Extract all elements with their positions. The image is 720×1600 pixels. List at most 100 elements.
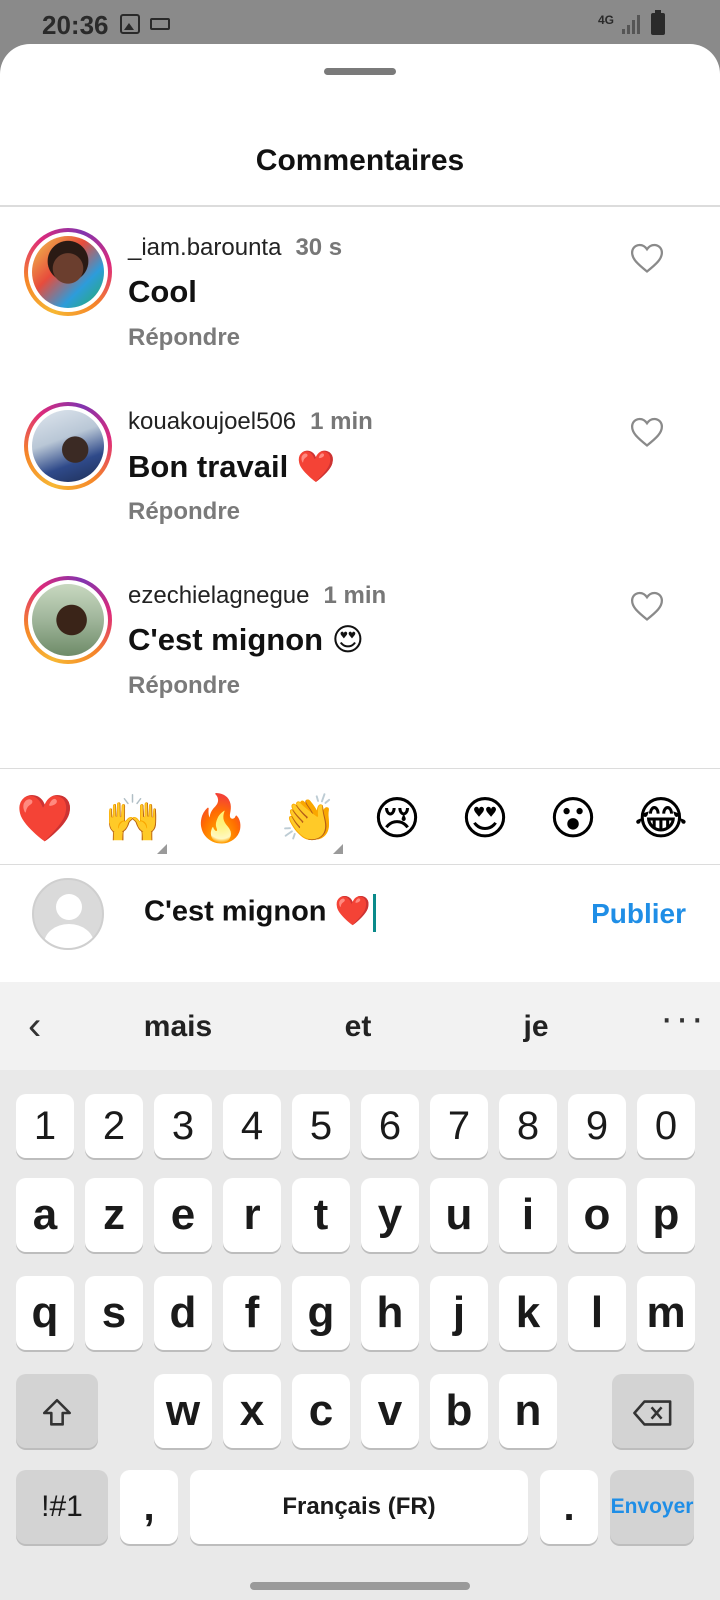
key-j[interactable]: j bbox=[430, 1276, 488, 1350]
key-m[interactable]: m bbox=[637, 1276, 695, 1350]
gesture-navigation-bar[interactable] bbox=[250, 1582, 470, 1590]
publish-button[interactable]: Publier bbox=[591, 898, 686, 930]
backspace-key[interactable] bbox=[612, 1374, 694, 1448]
key-g[interactable]: g bbox=[292, 1276, 350, 1350]
key-n[interactable]: n bbox=[499, 1374, 557, 1448]
emoji-heart-button[interactable]: ❤️ bbox=[15, 788, 75, 848]
emoji-raising-hands-button[interactable]: 🙌 bbox=[103, 788, 167, 854]
key-q[interactable]: q bbox=[16, 1276, 74, 1350]
suggestion-word[interactable]: et bbox=[298, 1010, 418, 1044]
key-2[interactable]: 2 bbox=[85, 1094, 143, 1158]
title-divider bbox=[0, 205, 720, 207]
backspace-icon bbox=[633, 1400, 672, 1427]
emoji-crying-button[interactable]: 😢 bbox=[367, 788, 427, 848]
key-0[interactable]: 0 bbox=[637, 1094, 695, 1158]
key-i[interactable]: i bbox=[499, 1178, 557, 1252]
comment-username[interactable]: _iam.barounta bbox=[128, 234, 281, 261]
keyboard-notification-icon bbox=[150, 18, 170, 30]
key-r[interactable]: r bbox=[223, 1178, 281, 1252]
comment-username[interactable]: kouakoujoel506 bbox=[128, 408, 296, 435]
key-y[interactable]: y bbox=[361, 1178, 419, 1252]
heart-icon[interactable] bbox=[630, 590, 664, 622]
key-p[interactable]: p bbox=[637, 1178, 695, 1252]
heart-icon[interactable] bbox=[630, 416, 664, 448]
status-time: 20:36 bbox=[42, 10, 109, 40]
more-options-icon[interactable]: ··· bbox=[660, 996, 706, 1041]
comment-item: _iam.barounta 30 s Cool Répondre bbox=[0, 228, 720, 378]
comment-time: 1 min bbox=[323, 582, 387, 609]
key-v[interactable]: v bbox=[361, 1374, 419, 1448]
chevron-left-icon[interactable]: ‹ bbox=[28, 1006, 41, 1046]
key-k[interactable]: k bbox=[499, 1276, 557, 1350]
key-x[interactable]: x bbox=[223, 1374, 281, 1448]
emoji-clapping-button[interactable]: 👏 bbox=[279, 788, 343, 854]
key-l[interactable]: l bbox=[568, 1276, 626, 1350]
reply-button[interactable]: Répondre bbox=[128, 672, 240, 700]
comment-item: kouakoujoel506 1 min Bon travail ❤️ Répon… bbox=[0, 402, 720, 552]
key-b[interactable]: b bbox=[430, 1374, 488, 1448]
reply-button[interactable]: Répondre bbox=[128, 324, 240, 352]
key-1[interactable]: 1 bbox=[16, 1094, 74, 1158]
emoji-bar-bottom-divider bbox=[0, 864, 720, 865]
send-key[interactable]: Envoyer bbox=[610, 1470, 694, 1544]
network-type-label: 4G bbox=[598, 13, 615, 27]
key-3[interactable]: 3 bbox=[154, 1094, 212, 1158]
keyboard-keys: 1 2 3 4 5 6 7 8 9 0 a z e r t y u i o p … bbox=[0, 1070, 720, 1600]
comment-item: ezechielagnegue 1 min C'est mignon 😍 Répo… bbox=[0, 576, 720, 726]
battery-icon bbox=[651, 10, 665, 35]
key-8[interactable]: 8 bbox=[499, 1094, 557, 1158]
emoji-bar-top-divider bbox=[0, 768, 720, 769]
sheet-drag-handle[interactable] bbox=[324, 68, 396, 75]
key-z[interactable]: z bbox=[85, 1178, 143, 1252]
my-avatar bbox=[32, 878, 104, 950]
suggestion-word[interactable]: je bbox=[476, 1010, 596, 1044]
key-4[interactable]: 4 bbox=[223, 1094, 281, 1158]
key-o[interactable]: o bbox=[568, 1178, 626, 1252]
comment-text: Bon travail ❤️ bbox=[128, 449, 336, 484]
key-5[interactable]: 5 bbox=[292, 1094, 350, 1158]
key-9[interactable]: 9 bbox=[568, 1094, 626, 1158]
emoji-laughing-button[interactable]: 😂 bbox=[631, 788, 691, 848]
comment-text: C'est mignon 😍 bbox=[128, 622, 365, 657]
key-a[interactable]: a bbox=[16, 1178, 74, 1252]
avatar[interactable] bbox=[24, 228, 112, 316]
comment-text: Cool bbox=[128, 274, 197, 309]
comment-time: 1 min bbox=[310, 408, 373, 435]
emoji-fire-button[interactable]: 🔥 bbox=[191, 788, 251, 848]
comment-time: 30 s bbox=[295, 234, 343, 261]
key-w[interactable]: w bbox=[154, 1374, 212, 1448]
reply-button[interactable]: Répondre bbox=[128, 498, 240, 526]
emoji-surprised-button[interactable]: 😮 bbox=[543, 788, 603, 848]
avatar[interactable] bbox=[24, 576, 112, 664]
gallery-notification-icon bbox=[120, 14, 140, 34]
heart-icon[interactable] bbox=[630, 242, 664, 274]
key-6[interactable]: 6 bbox=[361, 1094, 419, 1158]
shift-key[interactable] bbox=[16, 1374, 98, 1448]
key-h[interactable]: h bbox=[361, 1276, 419, 1350]
key-u[interactable]: u bbox=[430, 1178, 488, 1252]
key-d[interactable]: d bbox=[154, 1276, 212, 1350]
comment-username[interactable]: ezechielagnegue bbox=[128, 582, 310, 609]
text-caret bbox=[372, 894, 376, 932]
key-7[interactable]: 7 bbox=[430, 1094, 488, 1158]
comma-key[interactable]: , bbox=[120, 1470, 178, 1544]
key-c[interactable]: c bbox=[292, 1374, 350, 1448]
suggestion-word[interactable]: mais bbox=[118, 1010, 238, 1044]
suggestion-strip: ‹ mais et je ··· bbox=[0, 982, 720, 1070]
soft-keyboard: ‹ mais et je ··· 1 2 3 4 5 6 7 8 9 0 a z… bbox=[0, 982, 720, 1600]
space-key[interactable]: Français (FR) bbox=[190, 1470, 528, 1544]
key-t[interactable]: t bbox=[292, 1178, 350, 1252]
emoji-heart-eyes-button[interactable]: 😍 bbox=[455, 788, 515, 848]
period-key[interactable]: . bbox=[540, 1470, 598, 1544]
symbols-key[interactable]: !#1 bbox=[16, 1470, 108, 1544]
comment-composer: C'est mignon ❤️ Publier bbox=[0, 866, 720, 966]
key-s[interactable]: s bbox=[85, 1276, 143, 1350]
key-e[interactable]: e bbox=[154, 1178, 212, 1252]
emoji-quick-bar: ❤️ 🙌 🔥 👏 😢 😍 😮 😂 bbox=[0, 770, 720, 866]
key-f[interactable]: f bbox=[223, 1276, 281, 1350]
avatar[interactable] bbox=[24, 402, 112, 490]
comment-input[interactable]: C'est mignon ❤️ bbox=[144, 894, 376, 932]
comment-input-value: C'est mignon ❤️ bbox=[144, 895, 371, 928]
shift-icon bbox=[42, 1399, 72, 1426]
signal-strength-icon bbox=[622, 14, 642, 34]
